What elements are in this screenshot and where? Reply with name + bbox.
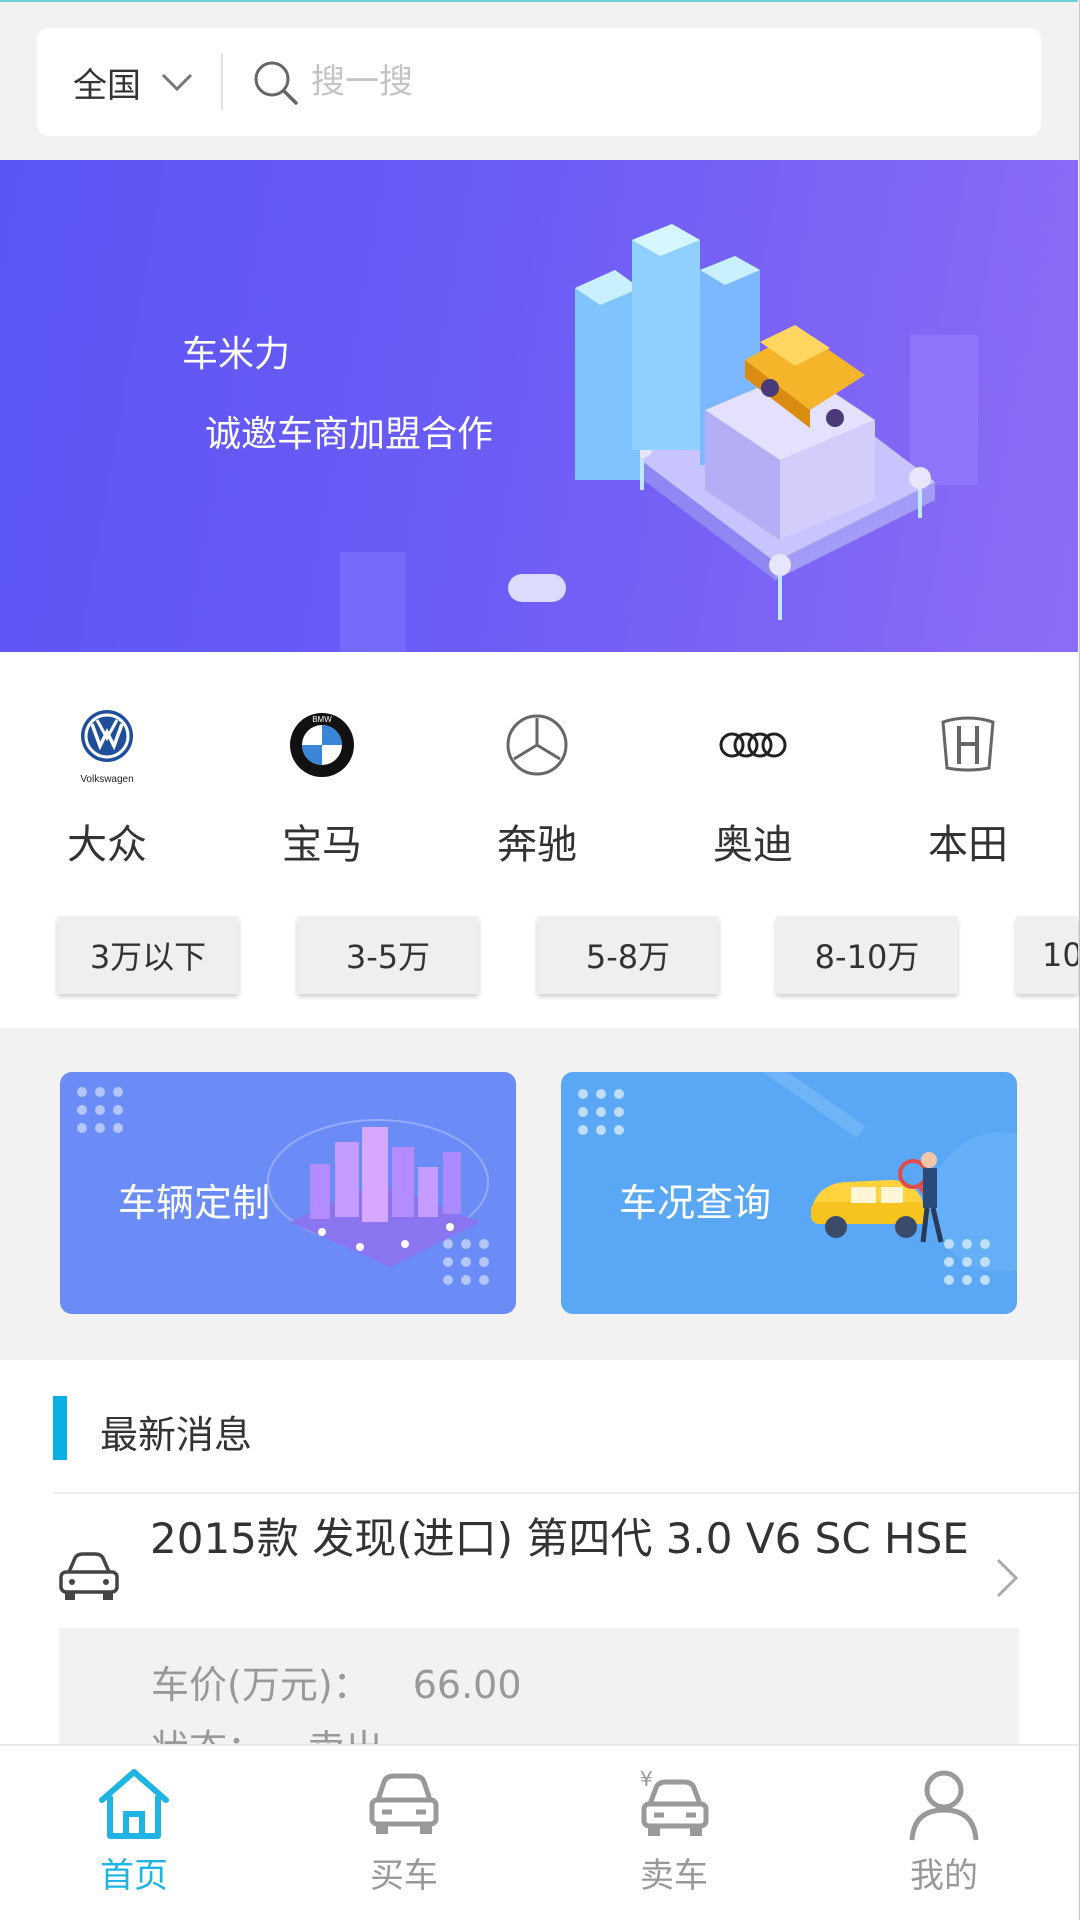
- tab-sell-car[interactable]: ¥ 卖车: [584, 1766, 764, 1906]
- svg-text:Volkswagen: Volkswagen: [80, 774, 133, 785]
- brand-label: 本田: [928, 822, 1008, 868]
- tab-home[interactable]: 首页: [44, 1766, 224, 1906]
- chevron-right-icon: [996, 1558, 1019, 1598]
- price-label: 车价(万元)：: [151, 1663, 371, 1707]
- brand-bmw[interactable]: BMW 宝马: [232, 700, 412, 870]
- tab-buy-car[interactable]: 买车: [314, 1766, 494, 1906]
- user-icon: [909, 1770, 979, 1841]
- price-row: 车价(万元)： 66.00: [151, 1654, 522, 1709]
- region-label: 全国: [73, 65, 141, 106]
- latest-news-section: 最新消息 2015款 发现(进口) 第四代 3.0 V6 SC HSE 车价(万…: [0, 1360, 1078, 1828]
- chevron-down-icon: [161, 73, 193, 92]
- bmw-logo-icon: BMW: [277, 700, 367, 790]
- feature-cards: 车辆定制 车况查询: [0, 1028, 1078, 1360]
- price-range-chip[interactable]: 5-8万: [537, 916, 719, 994]
- tab-label: 我的: [910, 1856, 978, 1896]
- section-accent-bar: [53, 1396, 67, 1460]
- promo-banner[interactable]: 车米力 诚邀车商加盟合作: [0, 160, 1078, 652]
- brand-audi[interactable]: 奥迪: [663, 700, 843, 870]
- price-range-chip[interactable]: 10: [1016, 916, 1078, 994]
- vehicle-condition-card[interactable]: 车况查询: [561, 1072, 1017, 1314]
- audi-logo-icon: [708, 700, 798, 790]
- search-divider: [221, 54, 223, 110]
- honda-logo-icon: [923, 700, 1013, 790]
- region-selector[interactable]: 全国: [37, 28, 195, 136]
- brand-benz[interactable]: 奔驰: [447, 700, 627, 870]
- price-value: 66.00: [412, 1663, 522, 1707]
- sell-car-icon: ¥: [640, 1767, 709, 1836]
- price-range-chip[interactable]: 8-10万: [776, 916, 958, 994]
- svg-text:BMW: BMW: [312, 715, 332, 724]
- volkswagen-logo-icon: Volkswagen: [62, 700, 152, 790]
- brand-honda[interactable]: 本田: [878, 700, 1058, 870]
- price-range-chip[interactable]: 3万以下: [57, 916, 239, 994]
- brand-label: 奔驰: [497, 822, 577, 868]
- vehicle-custom-card[interactable]: 车辆定制: [60, 1072, 516, 1314]
- car-icon: [59, 1552, 119, 1600]
- price-range-chip[interactable]: 3-5万: [297, 916, 479, 994]
- card-label: 车辆定制: [118, 1181, 271, 1225]
- tab-label: 卖车: [640, 1856, 708, 1896]
- banner-subtitle: 诚邀车商加盟合作: [205, 414, 494, 455]
- carousel-indicator[interactable]: [508, 574, 566, 602]
- tab-label: 首页: [100, 1856, 168, 1896]
- tab-label: 买车: [370, 1856, 438, 1896]
- mercedes-logo-icon: [492, 700, 582, 790]
- search-input[interactable]: [311, 52, 911, 112]
- brand-label: 宝马: [282, 822, 362, 868]
- search-bar: 全国: [37, 28, 1041, 136]
- search-icon[interactable]: [251, 58, 299, 106]
- bottom-tab-bar: 首页 买车 ¥ 卖车 我的: [0, 1744, 1078, 1920]
- brand-section: Volkswagen 大众 BMW 宝马 奔驰 奥迪 本田 3万以下 3-5万 …: [0, 652, 1078, 1028]
- brand-label: 奥迪: [713, 822, 793, 868]
- home-icon: [99, 1769, 169, 1839]
- car-icon: [369, 1773, 439, 1834]
- svg-text:¥: ¥: [640, 1767, 653, 1791]
- header: 全国: [0, 0, 1078, 160]
- brand-volkswagen[interactable]: Volkswagen 大众: [17, 700, 197, 870]
- section-title: 最新消息: [100, 1413, 253, 1457]
- banner-title: 车米力: [182, 334, 291, 375]
- brand-label: 大众: [67, 822, 147, 868]
- tab-mine[interactable]: 我的: [854, 1766, 1034, 1906]
- news-title: 2015款 发现(进口) 第四代 3.0 V6 SC HSE: [150, 1514, 969, 1563]
- card-label: 车况查询: [619, 1181, 772, 1225]
